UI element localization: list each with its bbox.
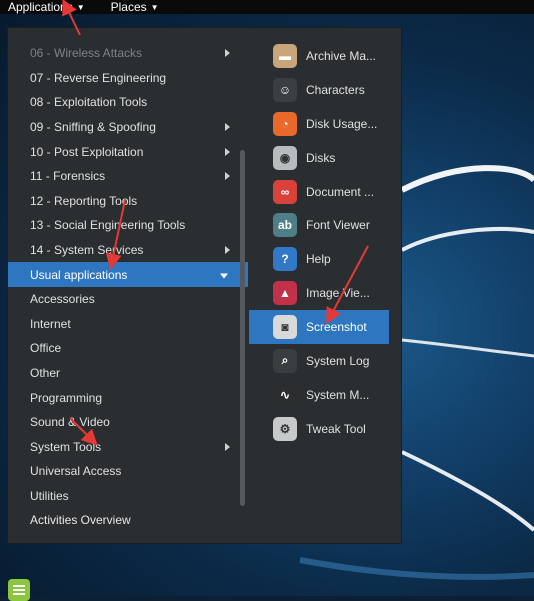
app-item-characters[interactable]: ☺ Characters — [249, 73, 403, 107]
system-monitor-icon: ∿ — [273, 382, 297, 407]
chevron-down-icon — [220, 273, 228, 279]
app-label: Tweak Tool — [306, 421, 366, 436]
category-label: 06 - Wireless Attacks — [30, 46, 143, 61]
category-label: 08 - Exploitation Tools — [30, 95, 148, 110]
app-item-system-m[interactable]: ∿ System M... — [249, 378, 403, 412]
category-item-office[interactable]: Office — [8, 336, 248, 361]
category-label: 09 - Sniffing & Spoofing — [30, 120, 156, 135]
app-item-system-log[interactable]: ⌕ System Log — [249, 344, 403, 378]
app-item-screenshot[interactable]: ◙ Screenshot — [249, 310, 389, 345]
category-label: Office — [30, 341, 62, 356]
system-log-icon: ⌕ — [273, 348, 297, 373]
app-item-disks[interactable]: ◉ Disks — [249, 141, 403, 175]
top-panel: Applications ▼ Places ▼ — [0, 0, 534, 14]
category-item-14-system-services[interactable]: 14 - System Services — [8, 238, 248, 263]
app-item-archive-ma[interactable]: ▬ Archive Ma... — [249, 39, 403, 73]
app-label: Help — [306, 252, 331, 267]
app-label: Screenshot — [306, 320, 367, 335]
places-label: Places — [110, 0, 147, 14]
app-label: System M... — [306, 387, 370, 402]
chevron-down-icon: ▼ — [76, 2, 85, 12]
app-label: Characters — [306, 82, 365, 97]
app-label: Document ... — [306, 184, 375, 199]
category-item-07-reverse-engineering[interactable]: 07 - Reverse Engineering — [8, 66, 248, 91]
category-list: 06 - Wireless Attacks 07 - Reverse Engine… — [8, 41, 248, 508]
category-item-sound-video[interactable]: Sound & Video — [8, 410, 248, 435]
characters-icon: ☺ — [273, 77, 297, 102]
category-label: 07 - Reverse Engineering — [30, 70, 167, 85]
category-label: Sound & Video — [30, 415, 110, 430]
category-label: Programming — [30, 390, 103, 405]
text-editor-dock-icon[interactable] — [8, 579, 30, 601]
category-label: Other — [30, 366, 61, 381]
category-label: Universal Access — [30, 464, 122, 479]
category-item-08-exploitation-tools[interactable]: 08 - Exploitation Tools — [8, 90, 248, 115]
category-item-10-post-exploitation[interactable]: 10 - Post Exploitation — [8, 139, 248, 164]
category-item-programming[interactable]: Programming — [8, 385, 248, 410]
applications-menu: 06 - Wireless Attacks 07 - Reverse Engine… — [7, 27, 402, 544]
category-label: Usual applications — [30, 267, 128, 282]
category-label: 14 - System Services — [30, 243, 144, 258]
archive-manager-icon: ▬ — [273, 43, 297, 68]
chevron-right-icon — [225, 442, 230, 451]
category-item-utilities[interactable]: Utilities — [8, 484, 248, 509]
category-item-other[interactable]: Other — [8, 361, 248, 386]
chevron-down-icon: ▼ — [150, 2, 159, 12]
activities-overview-item[interactable]: Activities Overview — [8, 508, 248, 532]
disk-usage-icon: ◔ — [273, 111, 297, 136]
category-item-13-social-engineering-tools[interactable]: 13 - Social Engineering Tools — [8, 213, 248, 238]
category-label: Internet — [30, 316, 71, 331]
category-item-06-wireless-attacks[interactable]: 06 - Wireless Attacks — [8, 41, 248, 66]
category-item-accessories[interactable]: Accessories — [8, 287, 248, 312]
category-label: 12 - Reporting Tools — [30, 193, 138, 208]
category-label: Accessories — [30, 292, 95, 307]
category-label: Utilities — [30, 488, 69, 503]
category-item-universal-access[interactable]: Universal Access — [8, 459, 248, 484]
app-label: Disk Usage... — [306, 116, 378, 131]
app-item-image-vie[interactable]: ▲ Image Vie... — [249, 276, 403, 310]
category-item-internet[interactable]: Internet — [8, 312, 248, 337]
app-label: Image Vie... — [306, 286, 370, 301]
category-label: 11 - Forensics — [30, 169, 106, 184]
category-item-12-reporting-tools[interactable]: 12 - Reporting Tools — [8, 189, 248, 214]
app-label: System Log — [306, 353, 370, 368]
disks-icon: ◉ — [273, 145, 297, 170]
app-item-tweak-tool[interactable]: ⚙ Tweak Tool — [249, 412, 403, 446]
chevron-right-icon — [225, 172, 230, 181]
screenshot-icon: ◙ — [273, 315, 297, 340]
image-viewer-icon: ▲ — [273, 281, 297, 306]
chevron-right-icon — [225, 49, 230, 58]
app-label: Archive Ma... — [306, 48, 377, 63]
chevron-right-icon — [225, 123, 230, 132]
help-icon: ? — [273, 247, 297, 272]
app-label: Disks — [306, 150, 336, 165]
category-label: 13 - Social Engineering Tools — [30, 218, 186, 233]
tweak-tool-icon: ⚙ — [273, 416, 297, 441]
category-item-11-forensics[interactable]: 11 - Forensics — [8, 164, 248, 189]
category-item-09-sniffing-spoofing[interactable]: 09 - Sniffing & Spoofing — [8, 115, 248, 140]
document-viewer-icon: ∞ — [273, 179, 297, 204]
app-label: Font Viewer — [306, 218, 370, 233]
application-list: ▬ Archive Ma... ☺ Characters ◔ Disk Usage... ◉… — [249, 39, 403, 446]
chevron-right-icon — [225, 246, 230, 255]
app-item-document[interactable]: ∞ Document ... — [249, 175, 403, 209]
category-scrollbar[interactable] — [240, 150, 245, 506]
app-item-font-viewer[interactable]: ab Font Viewer — [249, 208, 403, 242]
category-item-system-tools[interactable]: System Tools — [8, 435, 248, 460]
category-label: System Tools — [30, 439, 102, 454]
activities-overview-label: Activities Overview — [30, 513, 131, 527]
font-viewer-icon: ab — [273, 213, 297, 238]
chevron-right-icon — [225, 147, 230, 156]
app-item-disk-usage[interactable]: ◔ Disk Usage... — [249, 107, 403, 141]
category-label: 10 - Post Exploitation — [30, 144, 144, 159]
category-item-usual-applications[interactable]: Usual applications — [8, 262, 248, 287]
app-item-help[interactable]: ? Help — [249, 242, 403, 276]
applications-label: Applications — [8, 0, 73, 14]
applications-menu-button[interactable]: Applications ▼ — [0, 0, 93, 14]
places-menu-button[interactable]: Places ▼ — [103, 0, 167, 14]
